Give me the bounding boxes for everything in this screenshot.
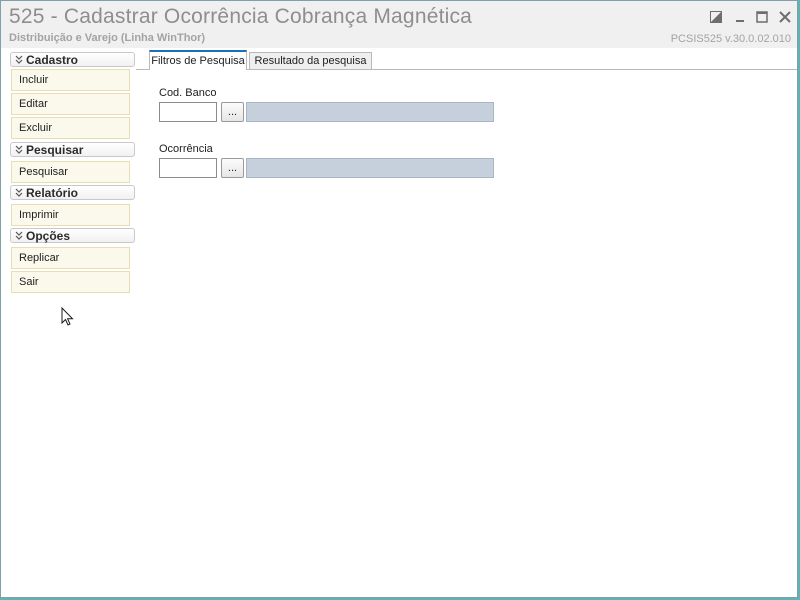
tab-strip: Filtros de Pesquisa Resultado da pesquis…: [136, 50, 797, 70]
section-title: Opções: [26, 228, 71, 243]
restore-icon[interactable]: [707, 8, 725, 26]
double-chevron-down-icon: [12, 145, 26, 154]
ocorrencia-input[interactable]: [159, 158, 217, 178]
ocorrencia-lookup-button[interactable]: ...: [221, 158, 244, 178]
double-chevron-down-icon: [12, 188, 26, 197]
double-chevron-down-icon: [12, 231, 26, 240]
tab-filtros-de-pesquisa[interactable]: Filtros de Pesquisa: [149, 50, 247, 70]
minimize-icon[interactable]: [731, 8, 749, 26]
ocorrencia-label: Ocorrência: [159, 143, 213, 155]
mouse-cursor-icon: [61, 306, 75, 332]
ocorrencia-description: [246, 158, 494, 178]
replicar-button[interactable]: Replicar: [11, 247, 130, 269]
excluir-button[interactable]: Excluir: [11, 117, 130, 139]
sair-button[interactable]: Sair: [11, 271, 130, 293]
maximize-icon[interactable]: [753, 8, 771, 26]
section-cadastro[interactable]: Cadastro: [10, 52, 135, 67]
section-title: Relatório: [26, 185, 79, 200]
app-window: 525 - Cadastrar Ocorrência Cobrança Magn…: [0, 0, 798, 598]
incluir-button[interactable]: Incluir: [11, 69, 130, 91]
close-icon[interactable]: [776, 8, 794, 26]
title-bar[interactable]: 525 - Cadastrar Ocorrência Cobrança Magn…: [1, 1, 797, 48]
main-content: Filtros de Pesquisa Resultado da pesquis…: [136, 50, 797, 596]
version-label: PCSIS525 v.30.0.02.010: [670, 33, 791, 45]
section-relatorio[interactable]: Relatório: [10, 185, 135, 200]
window-title: 525 - Cadastrar Ocorrência Cobrança Magn…: [9, 5, 473, 28]
cod-banco-input[interactable]: [159, 102, 217, 122]
section-opcoes[interactable]: Opções: [10, 228, 135, 243]
section-title: Pesquisar: [26, 142, 84, 157]
tab-resultado-da-pesquisa[interactable]: Resultado da pesquisa: [249, 52, 372, 70]
section-title: Cadastro: [26, 52, 79, 67]
cod-banco-description: [246, 102, 494, 122]
double-chevron-down-icon: [12, 55, 26, 64]
section-pesquisar[interactable]: Pesquisar: [10, 142, 135, 157]
imprimir-button[interactable]: Imprimir: [11, 204, 130, 226]
editar-button[interactable]: Editar: [11, 93, 130, 115]
window-subtitle: Distribuição e Varejo (Linha WinThor): [9, 32, 206, 44]
pesquisar-button[interactable]: Pesquisar: [11, 161, 130, 183]
cod-banco-lookup-button[interactable]: ...: [221, 102, 244, 122]
cod-banco-label: Cod. Banco: [159, 87, 217, 99]
